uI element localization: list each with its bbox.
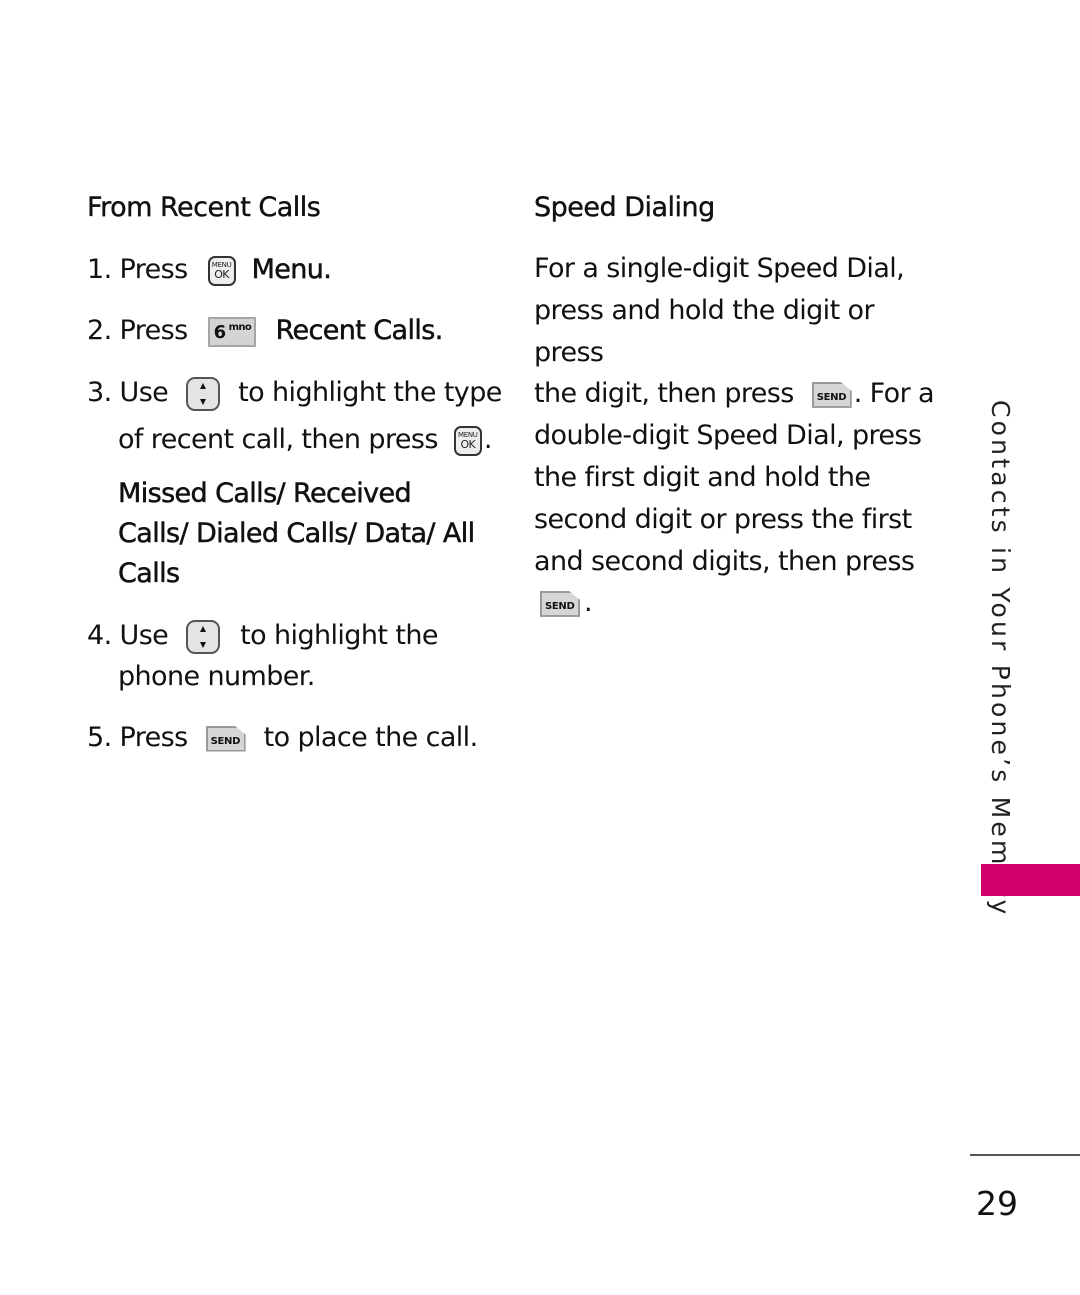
step-4: 4. Use to highlight the bbox=[87, 616, 438, 656]
section-heading: Speed Dialing bbox=[534, 192, 716, 223]
navigation-key-icon bbox=[186, 619, 221, 654]
speed-dial-paragraph: For a single-digit Speed Dial, press and… bbox=[534, 253, 935, 619]
menu-ok-key-icon: MENU OK bbox=[207, 255, 236, 286]
footer-divider bbox=[970, 1154, 1080, 1156]
6-mno-key-icon: 6 mno bbox=[207, 316, 256, 347]
chapter-side-label: Contacts in Your Phone’s Memory bbox=[986, 400, 1015, 918]
recent-calls-section: From Recent Calls bbox=[87, 190, 497, 226]
menu-ok-key-icon: MENU OK bbox=[453, 425, 482, 456]
step-3: 3. Use to highlight the type bbox=[87, 373, 502, 413]
speed-dialing-section: Speed Dialing For a single-digit Speed D… bbox=[534, 190, 935, 624]
send-key-icon: SEND bbox=[205, 725, 246, 752]
step-3-line-2: of recent call, then press MENU OK. bbox=[118, 424, 492, 456]
chapter-tab-marker bbox=[981, 864, 1080, 896]
send-key-icon: SEND bbox=[540, 590, 580, 617]
step-2: 2. Press 6 mno Recent Calls. bbox=[87, 315, 444, 347]
step-5: 5. Press SEND to place the call. bbox=[87, 722, 478, 753]
send-key-icon: SEND bbox=[811, 381, 852, 408]
page-number: 29 bbox=[976, 1184, 1018, 1223]
step-4-line-2: phone number. bbox=[118, 661, 315, 692]
section-heading: From Recent Calls bbox=[87, 192, 321, 223]
call-type-options: Missed Calls/ Received Calls/ Dialed Cal… bbox=[118, 478, 476, 590]
step-1: 1. Press MENU OK Menu. bbox=[87, 254, 332, 286]
navigation-key-icon bbox=[186, 376, 221, 411]
